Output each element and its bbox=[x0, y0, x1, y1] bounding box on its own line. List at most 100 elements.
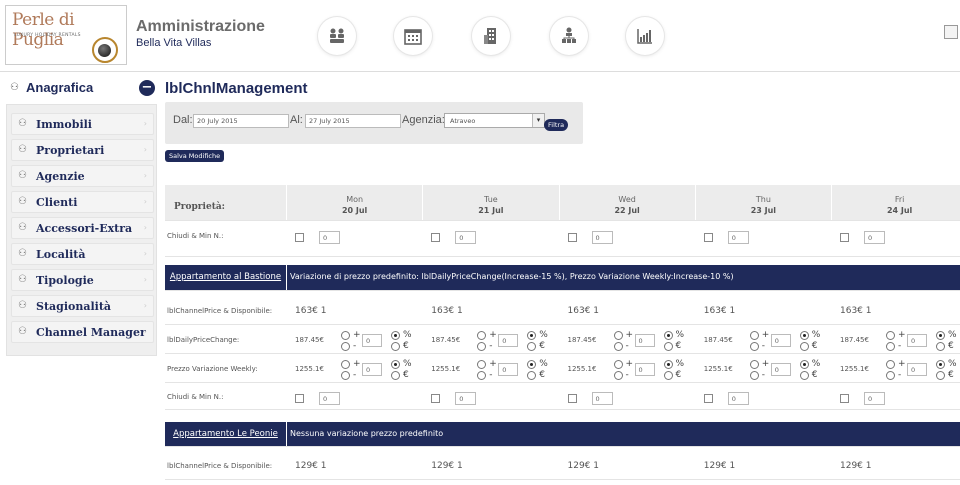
min-nights-input[interactable]: 0 bbox=[727, 231, 749, 244]
min-nights-input[interactable]: 0 bbox=[591, 392, 613, 405]
min-nights-input[interactable]: 0 bbox=[591, 231, 613, 244]
close-checkbox[interactable] bbox=[431, 233, 441, 242]
percent-radio[interactable] bbox=[663, 360, 673, 369]
euro-radio[interactable] bbox=[799, 342, 809, 351]
min-nights-input[interactable]: 0 bbox=[319, 392, 340, 405]
percent-icon: % bbox=[811, 330, 821, 340]
percent-radio[interactable] bbox=[391, 360, 400, 369]
increase-radio[interactable] bbox=[477, 331, 487, 340]
property-link[interactable]: Appartamento Le Peonie bbox=[165, 422, 287, 446]
plus-icon: + bbox=[353, 359, 361, 369]
bar-chart-icon[interactable] bbox=[626, 17, 664, 55]
calendar-icon[interactable] bbox=[394, 17, 432, 55]
decrease-radio[interactable] bbox=[749, 371, 759, 380]
property-link[interactable]: Appartamento al Bastione bbox=[165, 265, 287, 290]
close-checkbox[interactable] bbox=[840, 233, 849, 242]
decrease-radio[interactable] bbox=[886, 342, 895, 351]
close-checkbox[interactable] bbox=[703, 233, 713, 242]
close-checkbox[interactable] bbox=[431, 394, 441, 403]
percent-radio[interactable] bbox=[391, 331, 400, 340]
variation-amount-input[interactable]: 0 bbox=[907, 363, 927, 376]
collapse-sidebar-button[interactable]: − bbox=[139, 80, 155, 96]
decrease-radio[interactable] bbox=[477, 371, 487, 380]
euro-radio[interactable] bbox=[936, 371, 945, 380]
close-checkbox[interactable] bbox=[840, 394, 849, 403]
increase-radio[interactable] bbox=[886, 360, 895, 369]
min-nights-input[interactable]: 0 bbox=[864, 231, 885, 244]
min-nights-input[interactable]: 0 bbox=[864, 392, 885, 405]
close-checkbox[interactable] bbox=[567, 394, 577, 403]
variation-amount-input[interactable]: 0 bbox=[770, 363, 791, 376]
decrease-radio[interactable] bbox=[749, 342, 759, 351]
decrease-radio[interactable] bbox=[477, 342, 487, 351]
users-icon: ⚇ bbox=[18, 274, 27, 285]
euro-radio[interactable] bbox=[663, 342, 673, 351]
close-checkbox[interactable] bbox=[295, 394, 304, 403]
sidebar-item-agenzie[interactable]: ⚇ Agenzie › bbox=[11, 165, 154, 187]
variation-amount-input[interactable]: 0 bbox=[907, 334, 927, 347]
increase-radio[interactable] bbox=[477, 360, 487, 369]
percent-radio[interactable] bbox=[936, 360, 945, 369]
euro-radio[interactable] bbox=[799, 371, 809, 380]
percent-radio[interactable] bbox=[799, 331, 809, 340]
sidebar-item-immobili[interactable]: ⚇ Immobili › bbox=[11, 113, 154, 135]
variation-amount-input[interactable]: 0 bbox=[634, 334, 655, 347]
sidebar-item-proprietari[interactable]: ⚇ Proprietari › bbox=[11, 139, 154, 161]
increase-radio[interactable] bbox=[341, 360, 350, 369]
decrease-radio[interactable] bbox=[341, 371, 350, 380]
euro-radio[interactable] bbox=[663, 371, 673, 380]
close-checkbox[interactable] bbox=[703, 394, 713, 403]
variation-amount-input[interactable]: 0 bbox=[634, 363, 655, 376]
increase-radio[interactable] bbox=[749, 331, 759, 340]
minus-icon: - bbox=[353, 341, 357, 351]
close-checkbox[interactable] bbox=[567, 233, 577, 242]
sidebar-item-accessori-extra[interactable]: ⚇ Accessori-Extra › bbox=[11, 217, 154, 239]
org-chart-icon[interactable] bbox=[550, 17, 588, 55]
variation-amount-input[interactable]: 0 bbox=[498, 334, 519, 347]
increase-radio[interactable] bbox=[749, 360, 759, 369]
increase-radio[interactable] bbox=[613, 360, 623, 369]
increase-radio[interactable] bbox=[886, 331, 895, 340]
save-changes-button[interactable]: Salva Modifiche bbox=[165, 150, 225, 162]
increase-radio[interactable] bbox=[613, 331, 623, 340]
min-nights-input[interactable]: 0 bbox=[455, 231, 477, 244]
sidebar-item-clienti[interactable]: ⚇ Clienti › bbox=[11, 191, 154, 213]
sidebar-item-tipologie[interactable]: ⚇ Tipologie › bbox=[11, 269, 154, 291]
percent-radio[interactable] bbox=[663, 331, 673, 340]
increase-radio[interactable] bbox=[341, 331, 350, 340]
min-nights-input[interactable]: 0 bbox=[455, 392, 477, 405]
percent-radio[interactable] bbox=[527, 360, 537, 369]
variation-amount-input[interactable]: 0 bbox=[362, 334, 382, 347]
price-availability-value: 129€ 1 bbox=[567, 461, 600, 471]
sidebar-item-stagionalita[interactable]: ⚇ Stagionalità › bbox=[11, 295, 154, 317]
min-nights-input[interactable]: 0 bbox=[319, 231, 340, 244]
agenzia-select[interactable]: Atraveo ▾ bbox=[444, 113, 545, 128]
decrease-radio[interactable] bbox=[613, 371, 623, 380]
percent-radio[interactable] bbox=[799, 360, 809, 369]
percent-radio[interactable] bbox=[527, 331, 537, 340]
day-date: 21 Jul bbox=[478, 206, 504, 215]
sidebar-item-localita[interactable]: ⚇ Località › bbox=[11, 243, 154, 265]
euro-radio[interactable] bbox=[527, 342, 537, 351]
percent-radio[interactable] bbox=[936, 331, 945, 340]
variation-amount-input[interactable]: 0 bbox=[770, 334, 791, 347]
decrease-radio[interactable] bbox=[886, 371, 895, 380]
variation-amount-input[interactable]: 0 bbox=[362, 363, 382, 376]
min-nights-input[interactable]: 0 bbox=[727, 392, 749, 405]
decrease-radio[interactable] bbox=[341, 342, 350, 351]
euro-radio[interactable] bbox=[527, 371, 537, 380]
brand-logo[interactable]: Perle di Puglia LUXURY HOLIDAY RENTALS bbox=[5, 5, 127, 65]
variation-amount-input[interactable]: 0 bbox=[498, 363, 519, 376]
al-date-input[interactable] bbox=[305, 114, 401, 128]
close-checkbox[interactable] bbox=[295, 233, 304, 242]
dal-date-input[interactable] bbox=[193, 114, 289, 128]
document-icon[interactable] bbox=[944, 25, 958, 39]
euro-radio[interactable] bbox=[391, 342, 400, 351]
euro-radio[interactable] bbox=[936, 342, 945, 351]
sidebar-item-channel-manager[interactable]: ⚇ Channel Manager › bbox=[11, 321, 154, 343]
filtra-button[interactable]: Filtra bbox=[544, 119, 569, 131]
decrease-radio[interactable] bbox=[613, 342, 623, 351]
building-icon[interactable] bbox=[472, 17, 510, 55]
euro-radio[interactable] bbox=[391, 371, 400, 380]
users-icon[interactable] bbox=[318, 17, 356, 55]
